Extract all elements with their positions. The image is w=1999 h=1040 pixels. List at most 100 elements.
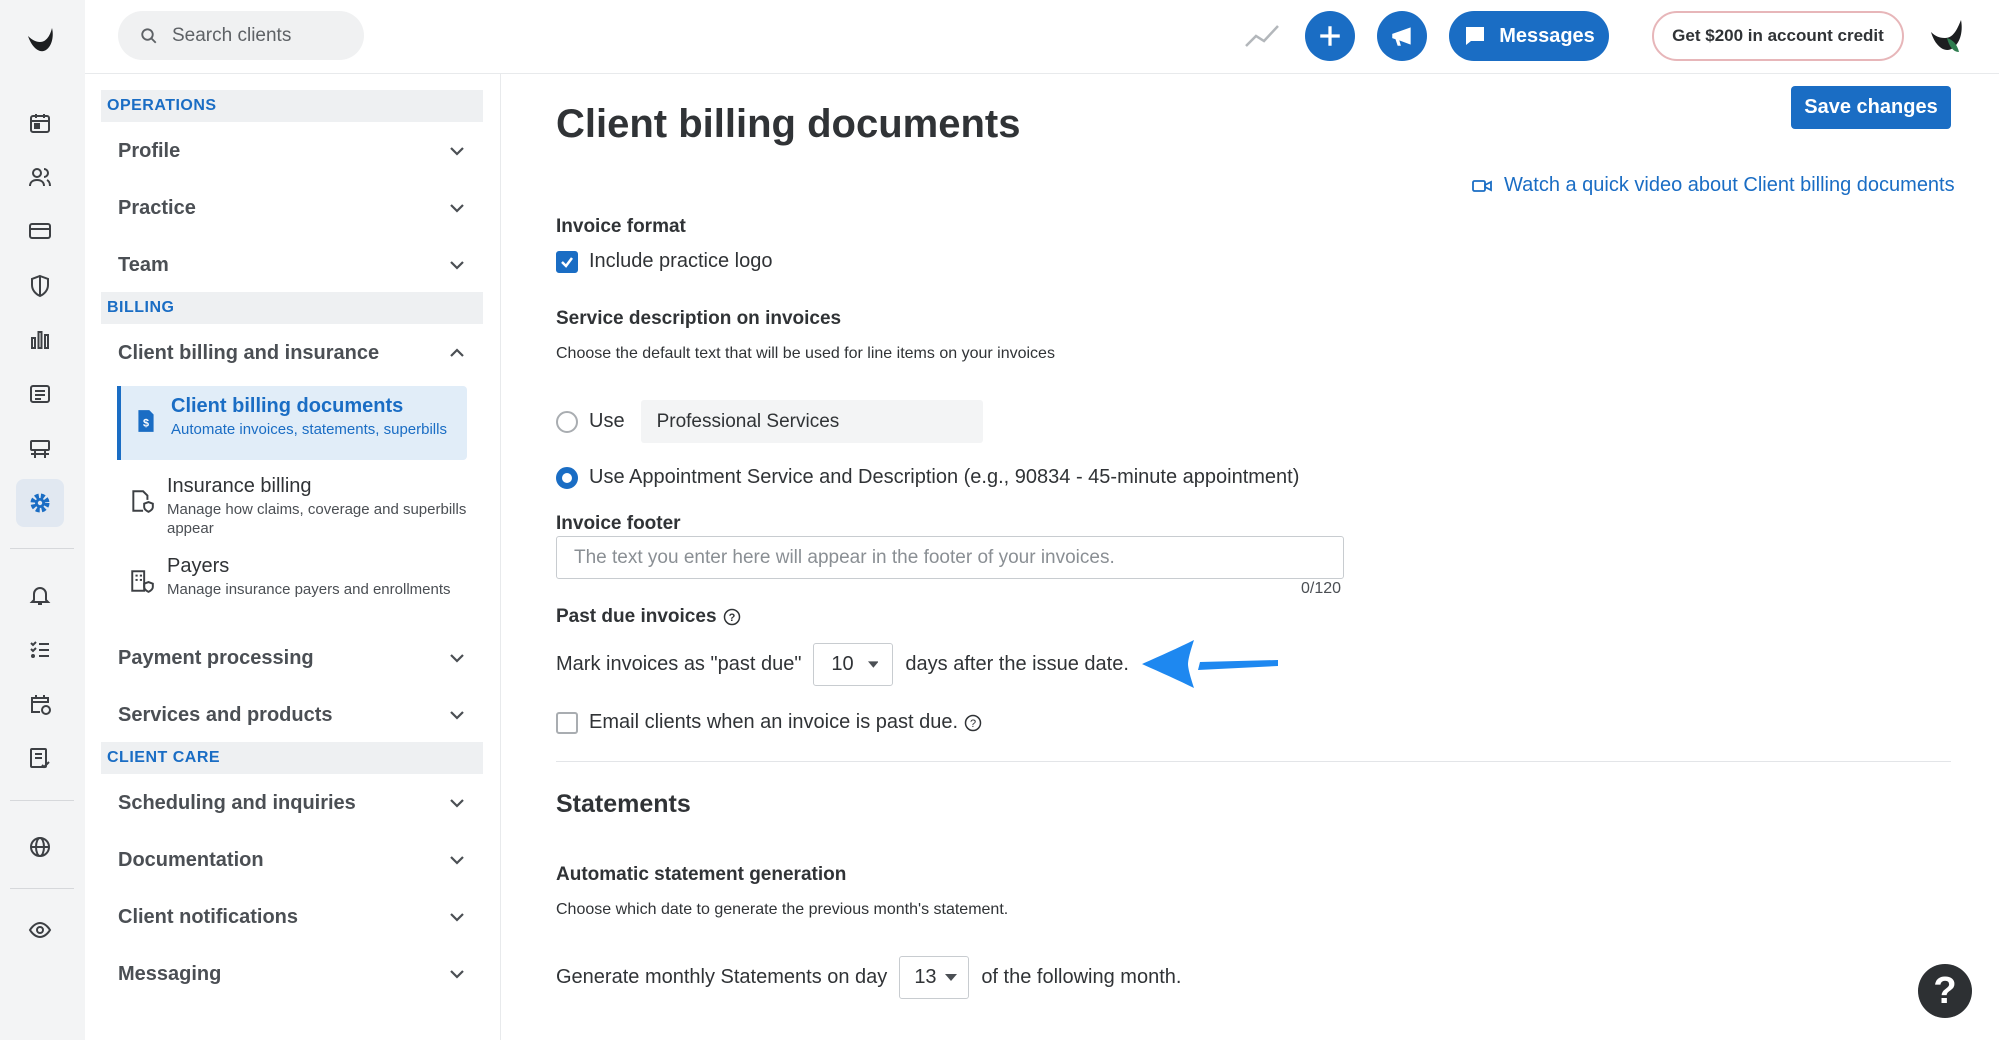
save-changes-button[interactable]: Save changes xyxy=(1791,86,1951,129)
nav-item-client-notifications[interactable]: Client notifications xyxy=(101,893,483,941)
include-logo-row[interactable]: Include practice logo xyxy=(556,250,772,273)
nav-item-practice[interactable]: Practice xyxy=(101,184,483,232)
nav-subitem-payers[interactable]: Payers Manage insurance payers and enrol… xyxy=(117,546,467,620)
add-button[interactable] xyxy=(1305,11,1355,61)
nav-item-client-billing-insurance[interactable]: Client billing and insurance xyxy=(101,329,483,377)
chevron-down-icon xyxy=(450,204,464,213)
select-value: 13 xyxy=(914,966,937,988)
chevron-down-icon xyxy=(450,711,464,720)
annotation-arrow-icon xyxy=(1142,640,1278,688)
question-circle-icon[interactable]: ? xyxy=(964,714,982,732)
statement-suffix: of the following month. xyxy=(981,966,1182,988)
chevron-down-icon xyxy=(450,799,464,808)
nav-subitem-insurance-billing[interactable]: Insurance billing Manage how claims, cov… xyxy=(117,466,467,540)
billing-document-icon: $ xyxy=(138,410,154,432)
nav-item-label: Profile xyxy=(118,139,181,162)
statement-prefix: Generate monthly Statements on day xyxy=(556,966,888,988)
plus-icon xyxy=(1320,26,1340,46)
statement-day-select[interactable]: 13 xyxy=(899,956,970,999)
use-label: Use xyxy=(589,410,625,432)
caret-down-icon xyxy=(867,660,879,668)
nav-section-client-care: CLIENT CARE xyxy=(101,742,483,774)
trend-chart-icon[interactable] xyxy=(1242,18,1282,54)
search-box[interactable] xyxy=(118,11,364,60)
past-due-days-row: Mark invoices as "past due" 10 days afte… xyxy=(556,643,1129,686)
section-divider xyxy=(556,761,1951,762)
chevron-up-icon xyxy=(450,348,464,357)
app-logo-icon[interactable] xyxy=(22,22,58,58)
nav-item-label: Client notifications xyxy=(118,905,298,928)
settings-gear-icon[interactable] xyxy=(16,479,64,527)
nav-item-label: Messaging xyxy=(118,962,222,985)
past-due-days-select[interactable]: 10 xyxy=(813,643,894,686)
help-button[interactable]: ? xyxy=(1918,964,1972,1018)
nav-item-documentation[interactable]: Documentation xyxy=(101,836,483,884)
reports-icon[interactable] xyxy=(22,322,58,358)
list-icon[interactable] xyxy=(22,376,58,412)
rail-divider xyxy=(10,888,74,889)
nav-subitem-client-billing-documents[interactable]: $ Client billing documents Automate invo… xyxy=(117,386,467,460)
svg-text:$: $ xyxy=(143,417,149,429)
email-past-due-row[interactable]: Email clients when an invoice is past du… xyxy=(556,711,982,734)
email-past-due-checkbox[interactable] xyxy=(556,711,578,734)
chevron-down-icon xyxy=(450,913,464,922)
account-avatar[interactable] xyxy=(1923,12,1971,60)
subitem-title: Insurance billing xyxy=(167,475,312,497)
custom-service-input[interactable] xyxy=(640,400,983,443)
tasks-icon[interactable] xyxy=(22,631,58,667)
video-link[interactable]: Watch a quick video about Client billing… xyxy=(1472,174,1955,197)
search-input[interactable] xyxy=(172,24,352,47)
bell-icon[interactable] xyxy=(22,577,58,613)
nav-item-messaging[interactable]: Messaging xyxy=(101,950,483,998)
page-title: Client billing documents xyxy=(556,102,1021,146)
chevron-down-icon xyxy=(450,261,464,270)
video-camera-icon xyxy=(1472,179,1492,192)
use-appointment-radio[interactable] xyxy=(556,466,578,489)
nav-item-label: Practice xyxy=(118,196,196,219)
nav-item-payment-processing[interactable]: Payment processing xyxy=(101,634,483,682)
use-appointment-row[interactable]: Use Appointment Service and Description … xyxy=(556,466,1299,489)
calendar-clock-icon[interactable] xyxy=(22,686,58,722)
notes-icon[interactable] xyxy=(22,740,58,776)
checkmark-icon xyxy=(561,256,573,268)
include-logo-label: Include practice logo xyxy=(589,250,773,272)
statements-title: Statements xyxy=(556,790,691,818)
calendar-icon[interactable] xyxy=(22,105,58,141)
messages-button[interactable]: Messages xyxy=(1449,11,1609,61)
use-custom-radio[interactable] xyxy=(556,410,578,433)
nav-item-label: Payment processing xyxy=(118,646,314,669)
auto-statement-label: Automatic statement generation xyxy=(556,864,847,885)
past-due-suffix: days after the issue date. xyxy=(905,653,1129,675)
marketplace-icon[interactable] xyxy=(22,431,58,467)
use-custom-row[interactable]: Use xyxy=(556,400,983,443)
billing-card-icon[interactable] xyxy=(22,213,58,249)
chevron-down-icon xyxy=(450,654,464,663)
nav-item-services-products[interactable]: Services and products xyxy=(101,691,483,739)
announcements-button[interactable] xyxy=(1377,11,1427,61)
shield-icon[interactable] xyxy=(22,268,58,304)
nav-item-team[interactable]: Team xyxy=(101,241,483,289)
subitem-description: Manage insurance payers and enrollments xyxy=(167,581,451,598)
subitem-title: Payers xyxy=(167,555,230,577)
include-logo-checkbox[interactable] xyxy=(556,250,578,273)
messages-label: Messages xyxy=(1499,24,1595,47)
clients-icon[interactable] xyxy=(22,159,58,195)
credit-label: Get $200 in account credit xyxy=(1672,26,1884,45)
top-bar: Messages Get $200 in account credit xyxy=(85,0,1999,74)
past-due-prefix: Mark invoices as "past due" xyxy=(556,653,802,675)
invoice-footer-input[interactable] xyxy=(556,536,1344,579)
nav-section-operations: OPERATIONS xyxy=(101,90,483,122)
nav-item-scheduling-inquiries[interactable]: Scheduling and inquiries xyxy=(101,779,483,827)
nav-item-profile[interactable]: Profile xyxy=(101,127,483,175)
question-circle-icon[interactable]: ? xyxy=(723,608,741,626)
service-description-help: Choose the default text that will be use… xyxy=(556,345,1055,362)
globe-icon[interactable] xyxy=(22,829,58,865)
settings-nav: OPERATIONS Profile Practice Team BILLING… xyxy=(85,74,501,1040)
subitem-description: Automate invoices, statements, superbill… xyxy=(171,421,447,438)
nav-item-label: Documentation xyxy=(118,848,264,871)
eye-icon[interactable] xyxy=(22,912,58,948)
footer-character-counter: 0/120 xyxy=(1301,580,1342,597)
account-credit-button[interactable]: Get $200 in account credit xyxy=(1652,11,1904,61)
insurance-document-icon xyxy=(132,490,154,513)
chevron-down-icon xyxy=(450,147,464,156)
